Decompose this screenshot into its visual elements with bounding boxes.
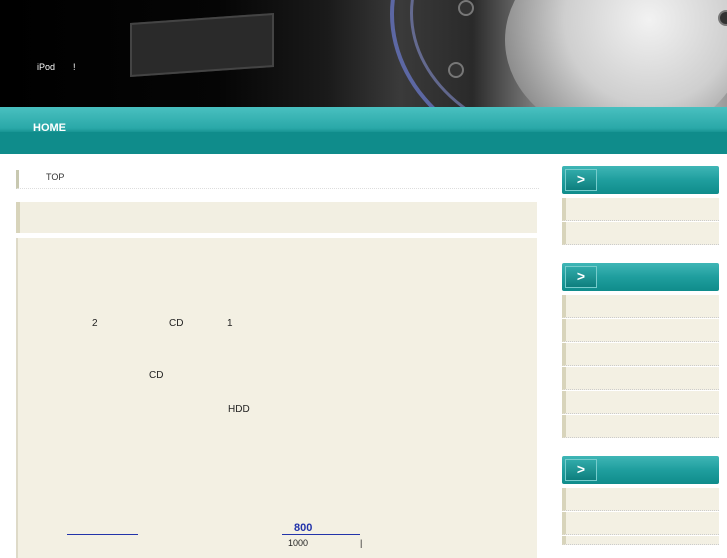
sidebar-item[interactable]	[562, 415, 719, 438]
arrow-right-icon: >	[565, 169, 597, 191]
header-screw-icon	[458, 0, 474, 16]
main-nav-bar: HOME	[0, 107, 727, 154]
sidebar-item[interactable]	[562, 367, 719, 390]
header-banner: iPod !	[0, 0, 727, 107]
content-text: HDD	[228, 404, 250, 415]
main-content: 2 CD 1 CD HDD 800 1000 |	[16, 238, 537, 558]
arrow-right-icon: >	[565, 459, 597, 481]
breadcrumb: TOP	[16, 170, 539, 189]
sidebar-section-header: >	[562, 166, 719, 194]
sidebar-item[interactable]	[562, 343, 719, 366]
sidebar-item[interactable]	[562, 391, 719, 414]
content-link-underline[interactable]	[282, 534, 360, 535]
header-disk-graphic	[505, 0, 727, 107]
content-link-800[interactable]: 800	[294, 522, 312, 534]
content-text: 2	[92, 318, 98, 329]
header-device-slot-graphic	[130, 12, 274, 78]
page-title-bar	[16, 202, 537, 233]
arrow-right-icon: >	[565, 266, 597, 288]
sidebar-item[interactable]	[562, 488, 719, 511]
content-text: |	[360, 538, 363, 548]
sidebar-item[interactable]	[562, 536, 719, 545]
content-link-underline[interactable]	[67, 534, 138, 535]
content-text: CD	[169, 318, 184, 329]
content-text: CD	[149, 370, 164, 381]
sidebar-item[interactable]	[562, 319, 719, 342]
sidebar-section-header: >	[562, 263, 719, 291]
content-text: 1000	[288, 538, 309, 548]
content-text: 1	[227, 318, 233, 329]
sidebar-section-header: >	[562, 456, 719, 484]
header-screw-icon	[448, 62, 464, 78]
sidebar-item[interactable]	[562, 222, 719, 245]
breadcrumb-top-link[interactable]: TOP	[46, 172, 64, 182]
nav-home-link[interactable]: HOME	[33, 122, 66, 134]
header-tagline: iPod !	[37, 62, 76, 72]
sidebar-item[interactable]	[562, 295, 719, 318]
sidebar-item[interactable]	[562, 198, 719, 221]
header-screw-icon	[718, 10, 727, 26]
sidebar-item[interactable]	[562, 512, 719, 535]
nav-lower-band	[0, 132, 727, 154]
